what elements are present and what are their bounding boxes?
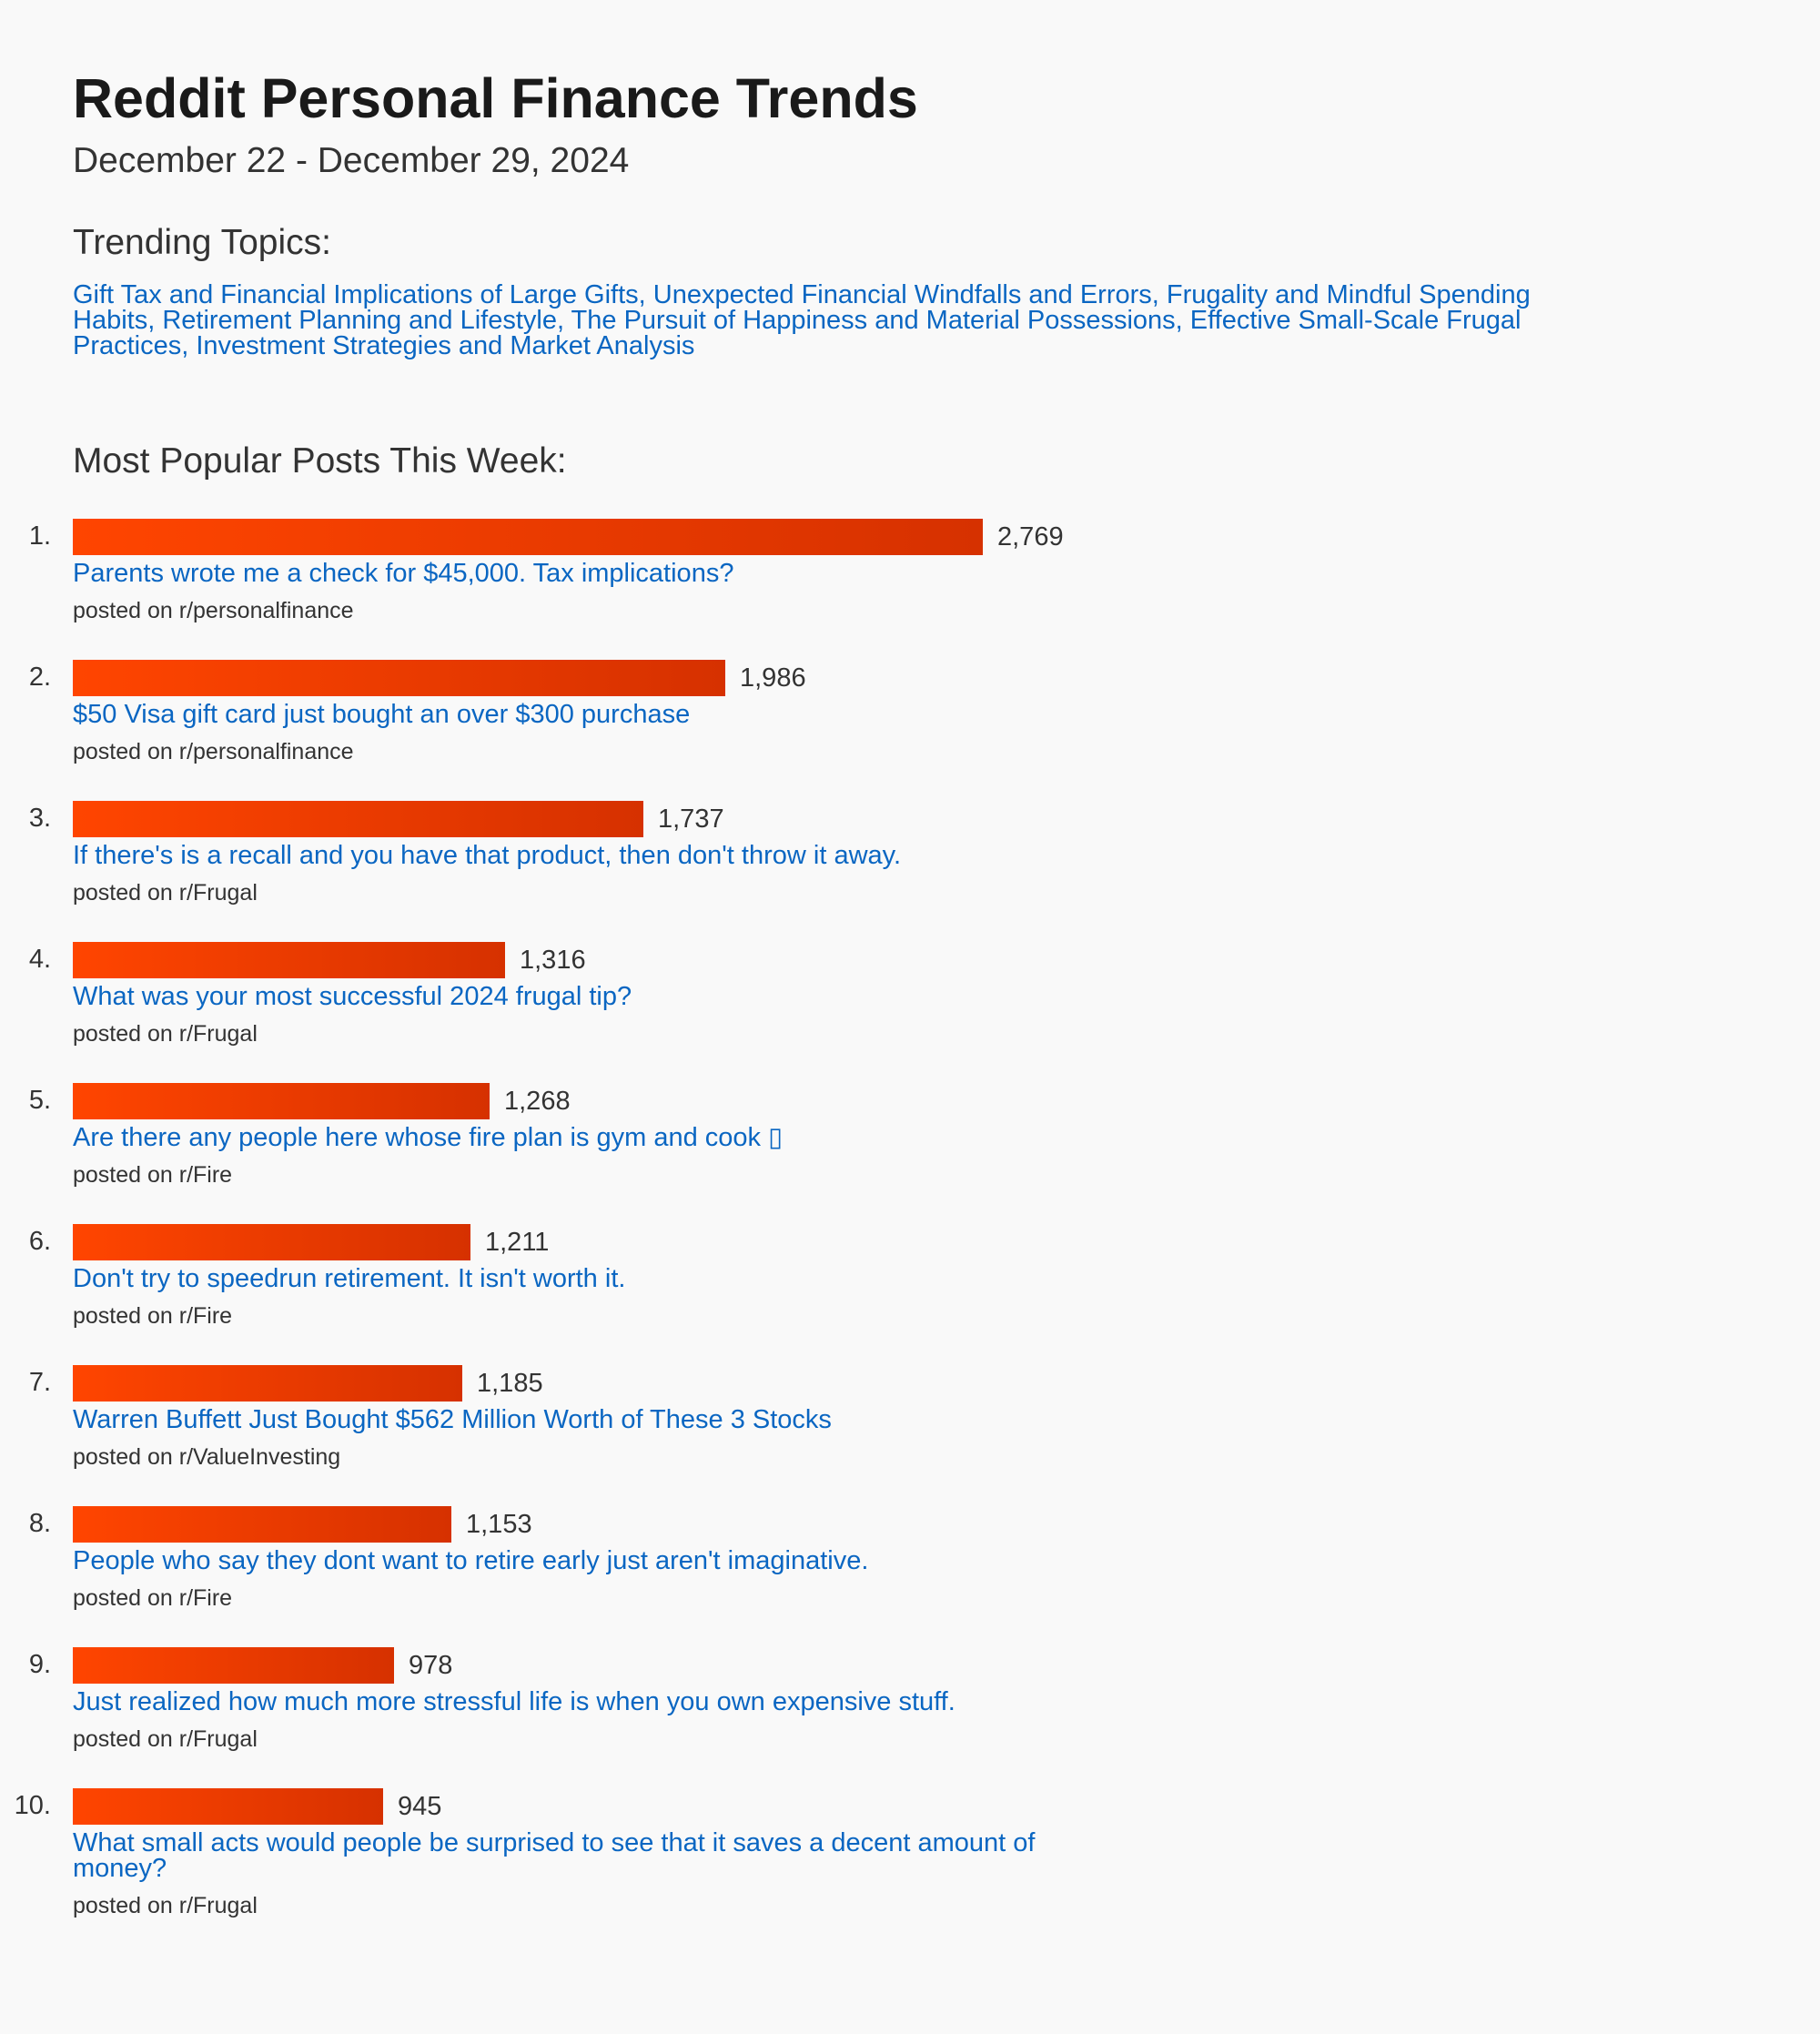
post-score: 1,211 xyxy=(485,1228,550,1257)
trending-topics-heading: Trending Topics: xyxy=(73,223,331,262)
post-rank: 4. xyxy=(28,945,51,974)
score-bar-row: 1,153 xyxy=(73,1506,532,1543)
post-title-link[interactable]: People who say they dont want to retire … xyxy=(73,1548,1110,1574)
post-rank: 5. xyxy=(28,1086,51,1115)
score-bar xyxy=(73,519,983,555)
score-bar-row: 945 xyxy=(73,1788,441,1825)
post-title-link[interactable]: Are there any people here whose fire pla… xyxy=(73,1125,1110,1151)
post-rank: 7. xyxy=(28,1368,51,1397)
post-subreddit: posted on r/Frugal xyxy=(73,1726,258,1752)
post-item: 9. 978 Just realized how much more stres… xyxy=(0,1645,1820,1786)
post-title-link[interactable]: If there's is a recall and you have that… xyxy=(73,843,1110,869)
post-subreddit: posted on r/Frugal xyxy=(73,1893,258,1918)
post-subreddit: posted on r/ValueInvesting xyxy=(73,1444,341,1470)
post-title-link[interactable]: Just realized how much more stressful li… xyxy=(73,1689,1110,1715)
page: Reddit Personal Finance Trends December … xyxy=(0,0,1820,2034)
post-score: 1,986 xyxy=(740,663,806,693)
score-bar-row: 1,316 xyxy=(73,942,586,978)
score-bar-row: 1,185 xyxy=(73,1365,543,1402)
post-score: 945 xyxy=(398,1792,442,1821)
post-item: 7. 1,185 Warren Buffett Just Bought $562… xyxy=(0,1363,1820,1504)
post-item: 2. 1,986 $50 Visa gift card just bought … xyxy=(0,658,1820,799)
post-rank: 8. xyxy=(28,1509,51,1538)
post-title-link[interactable]: $50 Visa gift card just bought an over $… xyxy=(73,702,1110,728)
score-bar xyxy=(73,1365,462,1402)
post-subreddit: posted on r/Frugal xyxy=(73,880,258,906)
score-bar-row: 1,986 xyxy=(73,660,806,696)
post-title-link[interactable]: Warren Buffett Just Bought $562 Million … xyxy=(73,1407,1110,1433)
post-rank: 9. xyxy=(28,1650,51,1679)
post-subreddit: posted on r/Fire xyxy=(73,1162,233,1188)
post-item: 8. 1,153 People who say they dont want t… xyxy=(0,1504,1820,1645)
score-bar xyxy=(73,1083,490,1119)
post-title-link[interactable]: Parents wrote me a check for $45,000. Ta… xyxy=(73,561,1110,587)
post-item: 4. 1,316 What was your most successful 2… xyxy=(0,940,1820,1081)
post-score: 2,769 xyxy=(997,522,1064,552)
post-score: 978 xyxy=(409,1651,453,1680)
post-subreddit: posted on r/personalfinance xyxy=(73,739,354,764)
score-bar-row: 2,769 xyxy=(73,519,1064,555)
post-rank: 3. xyxy=(28,804,51,833)
post-rank: 10. xyxy=(14,1791,51,1820)
post-title-link[interactable]: What was your most successful 2024 fruga… xyxy=(73,984,1110,1010)
post-item: 6. 1,211 Don't try to speedrun retiremen… xyxy=(0,1222,1820,1363)
score-bar xyxy=(73,1224,470,1260)
post-rank: 2. xyxy=(28,663,51,692)
date-range: December 22 - December 29, 2024 xyxy=(73,141,630,180)
post-subreddit: posted on r/Fire xyxy=(73,1585,233,1611)
post-rank: 1. xyxy=(28,521,51,551)
score-bar xyxy=(73,942,505,978)
post-subreddit: posted on r/Frugal xyxy=(73,1021,258,1047)
score-bar-row: 978 xyxy=(73,1647,452,1684)
popular-posts-heading: Most Popular Posts This Week: xyxy=(73,441,567,481)
page-title: Reddit Personal Finance Trends xyxy=(73,67,918,129)
post-title-link[interactable]: Don't try to speedrun retirement. It isn… xyxy=(73,1266,1110,1292)
post-item: 3. 1,737 If there's is a recall and you … xyxy=(0,799,1820,940)
score-bar xyxy=(73,801,643,837)
post-score: 1,316 xyxy=(520,946,586,975)
score-bar xyxy=(73,660,725,696)
score-bar xyxy=(73,1788,383,1825)
score-bar xyxy=(73,1647,394,1684)
score-bar-row: 1,737 xyxy=(73,801,724,837)
post-score: 1,153 xyxy=(466,1510,532,1539)
post-subreddit: posted on r/Fire xyxy=(73,1303,233,1329)
post-title-link[interactable]: What small acts would people be surprise… xyxy=(73,1830,1110,1882)
post-score: 1,185 xyxy=(477,1369,543,1398)
post-item: 5. 1,268 Are there any people here whose… xyxy=(0,1081,1820,1222)
score-bar-row: 1,268 xyxy=(73,1083,571,1119)
score-bar xyxy=(73,1506,451,1543)
post-rank: 6. xyxy=(28,1227,51,1256)
post-score: 1,737 xyxy=(658,804,724,834)
score-bar-row: 1,211 xyxy=(73,1224,549,1260)
post-subreddit: posted on r/personalfinance xyxy=(73,598,354,623)
post-item: 1. 2,769 Parents wrote me a check for $4… xyxy=(0,517,1820,658)
post-item: 10. 945 What small acts would people be … xyxy=(0,1786,1820,1932)
popular-posts-list: 1. 2,769 Parents wrote me a check for $4… xyxy=(0,517,1820,1932)
post-score: 1,268 xyxy=(504,1087,571,1116)
trending-topics-list: Gift Tax and Financial Implications of L… xyxy=(73,280,1531,360)
